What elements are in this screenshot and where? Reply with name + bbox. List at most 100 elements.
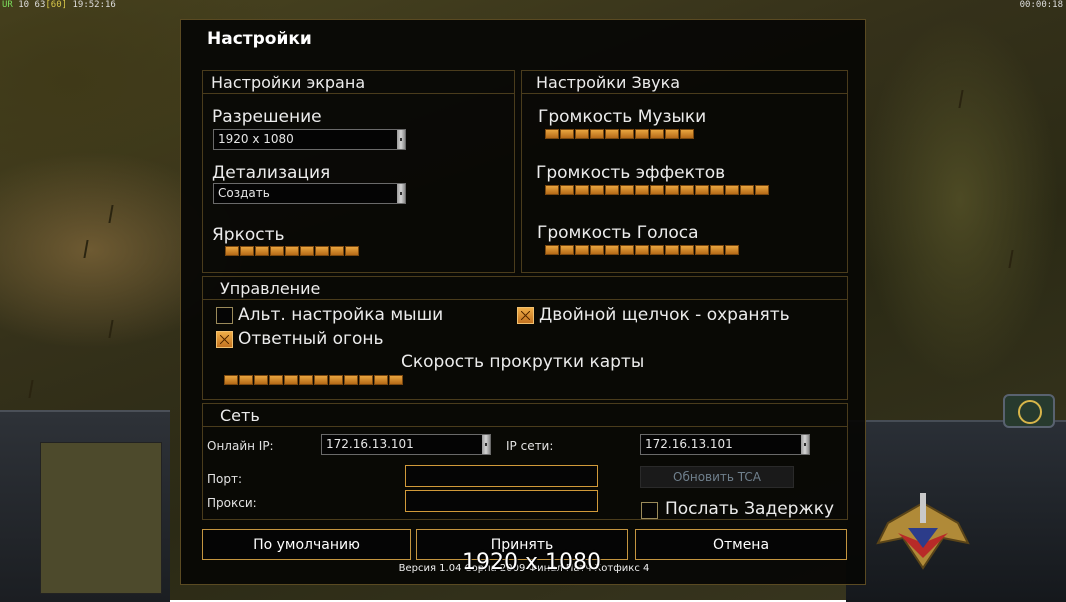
voice-volume-slider[interactable]	[545, 245, 739, 256]
slider-segment[interactable]	[374, 375, 388, 385]
slider-segment[interactable]	[300, 246, 314, 256]
slider-segment[interactable]	[545, 185, 559, 195]
slider-segment[interactable]	[590, 185, 604, 195]
dropdown-arrow-icon[interactable]	[801, 435, 809, 454]
slider-segment[interactable]	[620, 129, 634, 139]
slider-segment[interactable]	[725, 245, 739, 255]
dropdown-arrow-icon[interactable]	[397, 130, 405, 149]
slider-segment[interactable]	[635, 185, 649, 195]
radar-button[interactable]	[1003, 394, 1055, 428]
slider-segment[interactable]	[755, 185, 769, 195]
slider-segment[interactable]	[620, 245, 634, 255]
slider-segment[interactable]	[285, 246, 299, 256]
options-dialog: Настройки Настройки экрана Разрешение 19…	[180, 19, 866, 585]
slider-segment[interactable]	[269, 375, 283, 385]
slider-segment[interactable]	[740, 185, 754, 195]
slider-segment[interactable]	[695, 185, 709, 195]
slider-segment[interactable]	[560, 185, 574, 195]
slider-segment[interactable]	[299, 375, 313, 385]
send-delay-label: Послать Задержку	[665, 499, 835, 519]
slider-segment[interactable]	[560, 129, 574, 139]
slider-segment[interactable]	[605, 185, 619, 195]
slider-segment[interactable]	[345, 246, 359, 256]
return-fire-label: Ответный огонь	[238, 329, 384, 349]
minimap[interactable]	[40, 442, 162, 594]
slider-segment[interactable]	[725, 185, 739, 195]
detail-label: Детализация	[212, 163, 331, 183]
slider-segment[interactable]	[680, 185, 694, 195]
slider-segment[interactable]	[225, 246, 239, 256]
slider-segment[interactable]	[560, 245, 574, 255]
scroll-speed-slider[interactable]	[224, 375, 403, 386]
slider-segment[interactable]	[665, 185, 679, 195]
slider-segment[interactable]	[224, 375, 238, 385]
alt-mouse-checkbox[interactable]	[216, 307, 233, 324]
proxy-input[interactable]	[405, 490, 598, 512]
lan-ip-dropdown[interactable]: 172.16.13.101	[640, 434, 810, 455]
slider-segment[interactable]	[270, 246, 284, 256]
online-ip-dropdown[interactable]: 172.16.13.101	[321, 434, 491, 455]
slider-segment[interactable]	[620, 185, 634, 195]
cancel-button[interactable]: Отмена	[635, 529, 847, 560]
effects-volume-slider[interactable]	[545, 185, 769, 196]
map-shrub	[1008, 250, 1024, 268]
double-click-checkbox[interactable]	[517, 307, 534, 324]
slider-segment[interactable]	[575, 245, 589, 255]
sound-settings-title: Настройки Звука	[522, 71, 847, 94]
slider-segment[interactable]	[359, 375, 373, 385]
map-shrub	[958, 90, 974, 108]
slider-segment[interactable]	[329, 375, 343, 385]
default-button[interactable]: По умолчанию	[202, 529, 411, 560]
slider-segment[interactable]	[590, 245, 604, 255]
sound-settings-panel: Настройки Звука Громкость Музыки Громкос…	[521, 70, 848, 273]
slider-segment[interactable]	[695, 245, 709, 255]
resolution-dropdown[interactable]: 1920 x 1080	[213, 129, 406, 150]
music-volume-slider[interactable]	[545, 129, 694, 140]
return-fire-checkbox[interactable]	[216, 331, 233, 348]
slider-segment[interactable]	[590, 129, 604, 139]
slider-segment[interactable]	[650, 185, 664, 195]
brightness-slider[interactable]	[225, 246, 359, 257]
port-input[interactable]	[405, 465, 598, 487]
slider-segment[interactable]	[284, 375, 298, 385]
slider-segment[interactable]	[255, 246, 269, 256]
slider-segment[interactable]	[650, 129, 664, 139]
slider-segment[interactable]	[575, 185, 589, 195]
slider-segment[interactable]	[389, 375, 403, 385]
slider-segment[interactable]	[710, 245, 724, 255]
slider-segment[interactable]	[315, 246, 329, 256]
slider-segment[interactable]	[344, 375, 358, 385]
slider-segment[interactable]	[575, 129, 589, 139]
slider-segment[interactable]	[545, 129, 559, 139]
send-delay-checkbox[interactable]	[641, 502, 658, 519]
online-ip-label: Онлайн IP:	[207, 439, 274, 453]
update-tca-button[interactable]: Обновить TCA	[640, 466, 794, 488]
lan-ip-label: IP сети:	[506, 439, 554, 453]
stat-green: UR	[2, 0, 13, 10]
radar-icon	[1018, 400, 1042, 424]
effects-volume-label: Громкость эффектов	[536, 163, 726, 183]
detail-value: Создать	[218, 186, 270, 200]
slider-segment[interactable]	[710, 185, 724, 195]
slider-segment[interactable]	[330, 246, 344, 256]
slider-segment[interactable]	[635, 245, 649, 255]
minimap-frame	[0, 410, 170, 602]
slider-segment[interactable]	[545, 245, 559, 255]
alt-mouse-label: Альт. настройка мыши	[238, 305, 444, 325]
slider-segment[interactable]	[240, 246, 254, 256]
slider-segment[interactable]	[605, 129, 619, 139]
slider-segment[interactable]	[665, 129, 679, 139]
slider-segment[interactable]	[239, 375, 253, 385]
slider-segment[interactable]	[680, 129, 694, 139]
dialog-title: Настройки	[207, 29, 312, 49]
slider-segment[interactable]	[650, 245, 664, 255]
slider-segment[interactable]	[254, 375, 268, 385]
detail-dropdown[interactable]: Создать	[213, 183, 406, 204]
slider-segment[interactable]	[665, 245, 679, 255]
dropdown-arrow-icon[interactable]	[397, 184, 405, 203]
slider-segment[interactable]	[314, 375, 328, 385]
slider-segment[interactable]	[605, 245, 619, 255]
dropdown-arrow-icon[interactable]	[482, 435, 490, 454]
slider-segment[interactable]	[680, 245, 694, 255]
slider-segment[interactable]	[635, 129, 649, 139]
